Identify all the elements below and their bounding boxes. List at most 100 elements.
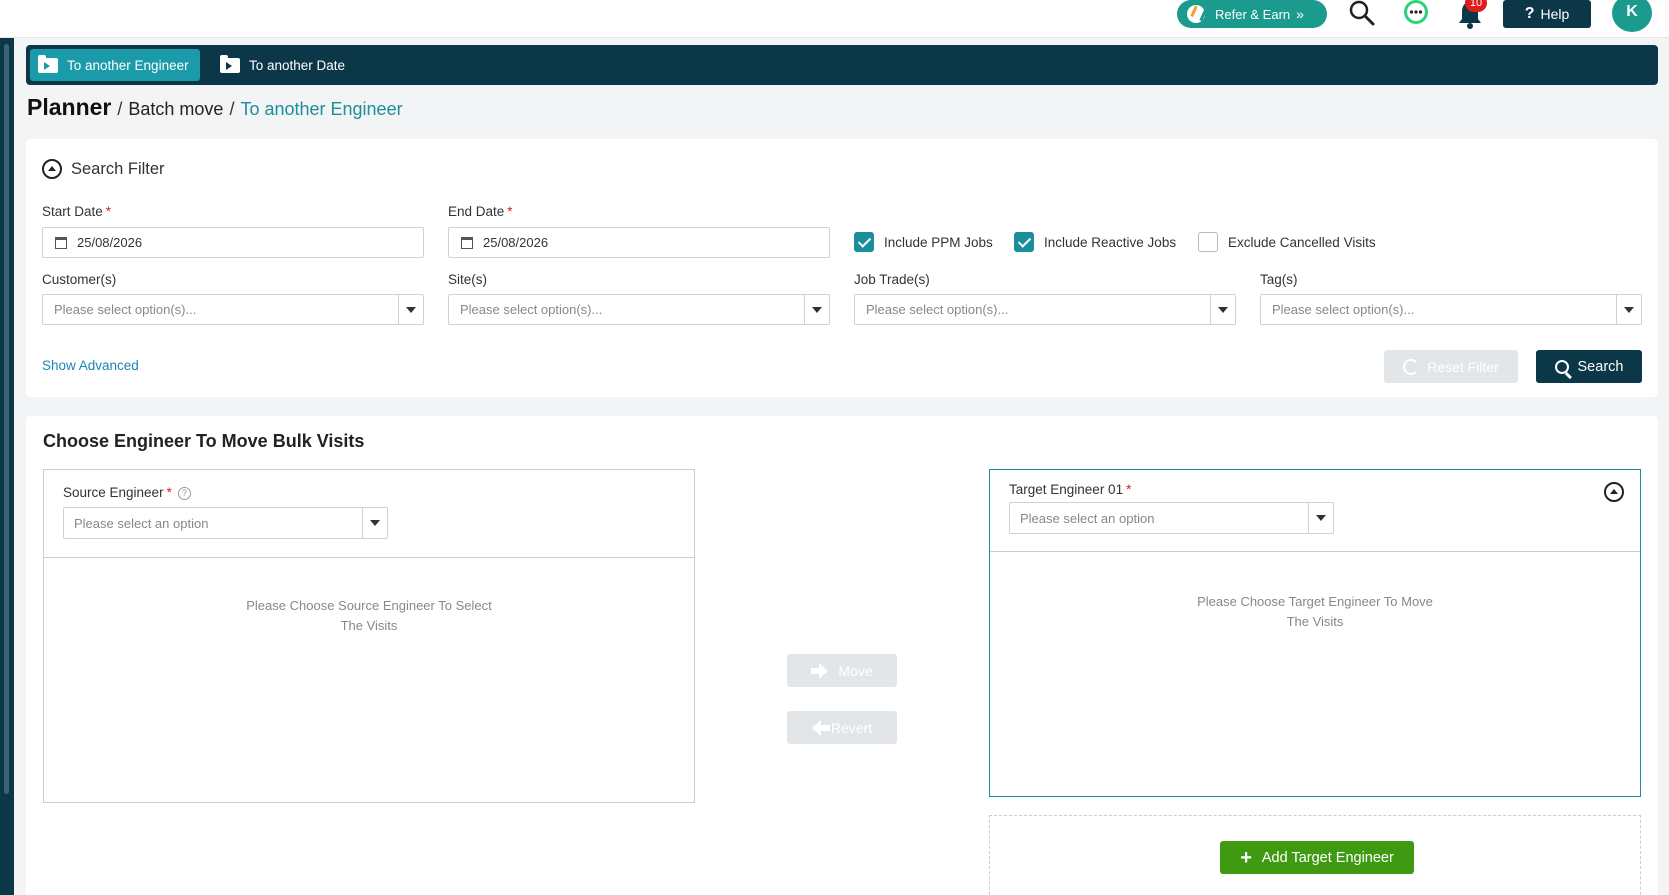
target-engineer-box: Target Engineer 01 * Please select an opt… — [989, 469, 1641, 797]
breadcrumb-batch-move[interactable]: Batch move — [128, 99, 223, 120]
top-bar: Refer & Earn » 10 ? Help K — [0, 0, 1669, 38]
refer-earn-button[interactable]: Refer & Earn » — [1177, 0, 1327, 28]
include-ppm-label: Include PPM Jobs — [884, 234, 993, 250]
chevron-down-icon — [1624, 306, 1634, 313]
chevron-down-icon — [812, 306, 822, 313]
tab-bar: To another Engineer To another Date — [26, 45, 1658, 85]
dropdown-caret[interactable] — [804, 295, 829, 324]
exclude-cancelled-checkbox[interactable] — [1198, 232, 1218, 252]
calendar-icon — [55, 236, 67, 249]
breadcrumb: Planner / Batch move / To another Engine… — [27, 94, 403, 121]
breadcrumb-current: To another Engineer — [240, 99, 403, 119]
dropdown-caret[interactable] — [398, 295, 423, 324]
add-target-engineer-button[interactable]: + Add Target Engineer — [1220, 841, 1414, 874]
show-advanced-link[interactable]: Show Advanced — [42, 358, 139, 373]
required-mark: * — [166, 485, 172, 500]
exclude-cancelled-label: Exclude Cancelled Visits — [1228, 234, 1376, 250]
include-reactive-checkbox-row[interactable]: Include Reactive Jobs — [1014, 232, 1176, 252]
end-date-input[interactable]: 25/08/2026 — [448, 227, 830, 258]
source-engineer-label: Source Engineer *? — [63, 485, 191, 500]
source-engineer-select[interactable]: Please select an option — [63, 507, 388, 539]
source-engineer-header: Source Engineer *? Please select an optio… — [44, 470, 694, 558]
refresh-icon — [1403, 358, 1420, 375]
help-button[interactable]: ? Help — [1503, 0, 1591, 28]
sidebar-scrollbar[interactable] — [4, 44, 9, 794]
end-date-label: End Date * — [448, 204, 513, 219]
chevron-down-icon — [406, 306, 416, 313]
source-engineer-box: Source Engineer *? Please select an optio… — [43, 469, 695, 803]
site-select[interactable]: Please select option(s)... — [448, 294, 830, 325]
reset-filter-label: Reset Filter — [1427, 358, 1499, 375]
help-circle-icon[interactable]: ? — [177, 487, 191, 500]
required-mark: * — [105, 204, 112, 219]
job-trade-label: Job Trade(s) — [854, 272, 930, 287]
customer-label: Customer(s) — [42, 272, 117, 287]
choose-engineer-title: Choose Engineer To Move Bulk Visits — [43, 431, 365, 451]
dropdown-caret[interactable] — [1210, 295, 1235, 324]
site-label: Site(s) — [448, 272, 488, 287]
avatar[interactable]: K — [1612, 0, 1652, 32]
end-date-label-text: End Date — [448, 204, 505, 219]
breadcrumb-separator: / — [229, 99, 235, 119]
start-date-input[interactable]: 25/08/2026 — [42, 227, 424, 258]
customer-placeholder: Please select option(s)... — [54, 302, 197, 317]
source-engineer-label-text: Source Engineer — [63, 485, 164, 500]
revert-button[interactable]: Revert — [787, 711, 897, 744]
breadcrumb-separator: / — [117, 99, 123, 119]
collapse-up-icon[interactable] — [42, 159, 62, 179]
arrow-right-icon — [811, 662, 829, 679]
dropdown-caret[interactable] — [362, 508, 387, 538]
target-empty-message: Please Choose Target Engineer To Move Th… — [1197, 594, 1433, 629]
page-title: Planner — [27, 94, 112, 120]
move-label: Move — [838, 662, 873, 679]
choose-engineer-panel: Choose Engineer To Move Bulk Visits Sour… — [26, 416, 1658, 895]
search-icon — [1554, 359, 1569, 374]
reset-filter-button[interactable]: Reset Filter — [1384, 350, 1518, 383]
search-filter-title: Search Filter — [71, 159, 165, 178]
include-ppm-checkbox-row[interactable]: Include PPM Jobs — [854, 232, 993, 252]
search-filter-header[interactable]: Search Filter — [42, 159, 165, 179]
customer-select[interactable]: Please select option(s)... — [42, 294, 424, 325]
add-target-zone: + Add Target Engineer — [989, 815, 1641, 895]
collapse-up-icon[interactable] — [1604, 482, 1624, 502]
chevron-down-icon — [1316, 515, 1326, 521]
revert-label: Revert — [830, 719, 873, 736]
target-engineer-select[interactable]: Please select an option — [1009, 502, 1334, 534]
search-filter-panel: Search Filter Start Date * 25/08/2026 End… — [26, 139, 1658, 397]
target-engineer-header: Target Engineer 01 * Please select an opt… — [990, 470, 1640, 552]
job-trade-select[interactable]: Please select option(s)... — [854, 294, 1236, 325]
tag-label: Tag(s) — [1260, 272, 1298, 287]
source-engineer-placeholder: Please select an option — [74, 515, 209, 531]
required-mark: * — [1126, 482, 1132, 497]
target-engineer-label-text: Target Engineer 01 — [1009, 482, 1124, 497]
end-date-value: 25/08/2026 — [483, 235, 549, 250]
tab-to-another-date[interactable]: To another Date — [212, 49, 353, 81]
chevron-down-icon — [370, 520, 380, 526]
site-placeholder: Please select option(s)... — [460, 302, 603, 317]
add-target-label: Add Target Engineer — [1261, 849, 1394, 866]
folder-move-icon — [220, 54, 240, 73]
help-label: Help — [1540, 6, 1570, 22]
question-icon: ? — [1524, 5, 1535, 22]
tag-select[interactable]: Please select option(s)... — [1260, 294, 1642, 325]
search-button[interactable]: Search — [1536, 350, 1642, 383]
target-engineer-placeholder: Please select an option — [1020, 510, 1155, 526]
search-label: Search — [1577, 358, 1624, 375]
include-ppm-checkbox[interactable] — [854, 232, 874, 252]
dropdown-caret[interactable] — [1616, 295, 1641, 324]
chat-icon[interactable] — [1401, 0, 1431, 28]
move-button[interactable]: Move — [787, 654, 897, 687]
exclude-cancelled-checkbox-row[interactable]: Exclude Cancelled Visits — [1198, 232, 1376, 252]
double-chevron-right-icon: » — [1296, 6, 1304, 22]
required-mark: * — [507, 204, 513, 219]
refer-logo-icon — [1187, 5, 1205, 23]
start-date-label: Start Date * — [42, 204, 111, 219]
tab-to-another-engineer[interactable]: To another Engineer — [30, 49, 200, 81]
dropdown-caret[interactable] — [1308, 503, 1333, 533]
start-date-value: 25/08/2026 — [77, 235, 143, 250]
refer-earn-label: Refer & Earn — [1215, 6, 1291, 22]
search-icon[interactable] — [1347, 0, 1377, 28]
chevron-down-icon — [1218, 306, 1228, 313]
include-reactive-checkbox[interactable] — [1014, 232, 1034, 252]
tab-label: To another Date — [249, 57, 346, 73]
